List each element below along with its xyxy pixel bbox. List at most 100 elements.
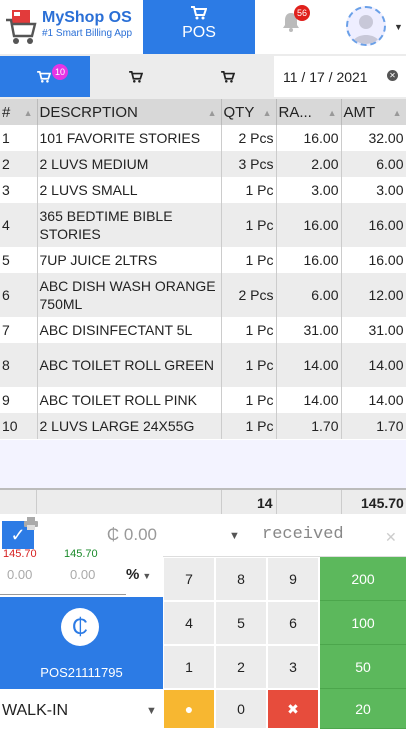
cart-icon bbox=[37, 71, 51, 83]
row-rate: 14.00 bbox=[276, 343, 342, 387]
row-rate: 16.00 bbox=[276, 125, 342, 151]
row-qty: 3 Pcs bbox=[221, 151, 277, 177]
table-row[interactable]: 6 ABC DISH WASH ORANGE 750ML 2 Pcs 6.00 12.0… bbox=[0, 273, 406, 317]
table-row[interactable]: 1 101 FAVORITE STORIES 2 Pcs 16.00 32.00 bbox=[0, 125, 406, 151]
row-rate: 1.70 bbox=[276, 413, 342, 439]
table-row[interactable]: 7 ABC DISINFECTANT 5L 1 Pc 31.00 31.00 bbox=[0, 317, 406, 343]
col-header-number[interactable]: # ▲ bbox=[0, 99, 38, 125]
date-value: 11 / 17 / 2021 bbox=[283, 69, 368, 85]
chevron-down-icon: ▼ bbox=[146, 705, 157, 717]
quick-amount-100[interactable]: 100 bbox=[320, 601, 406, 645]
row-description: ABC TOILET ROLL PINK bbox=[37, 387, 222, 413]
avatar[interactable] bbox=[346, 6, 386, 46]
tax-input[interactable]: 0.00 bbox=[70, 567, 95, 582]
row-rate: 3.00 bbox=[276, 177, 342, 203]
user-icon bbox=[352, 15, 380, 44]
tab-bill-2[interactable] bbox=[90, 56, 182, 97]
chevron-down-icon[interactable]: ▼ bbox=[394, 22, 403, 32]
cart-icon bbox=[221, 71, 235, 83]
key-5[interactable]: 5 bbox=[215, 601, 267, 645]
pos-tab[interactable]: POS bbox=[143, 0, 255, 54]
row-number: 8 bbox=[0, 343, 38, 387]
pay-button[interactable]: ₵ POS21111795 bbox=[0, 597, 163, 689]
row-amount: 1.70 bbox=[341, 413, 406, 439]
tab-bill-1[interactable]: 10 bbox=[0, 56, 90, 97]
col-header-amount[interactable]: AMT ▲ bbox=[341, 99, 406, 125]
row-number: 4 bbox=[0, 203, 38, 247]
printer-icon[interactable] bbox=[24, 517, 38, 530]
key-3[interactable]: 3 bbox=[267, 645, 319, 689]
key-7[interactable]: 7 bbox=[163, 557, 215, 601]
row-description: ABC TOILET ROLL GREEN bbox=[37, 343, 222, 387]
chevron-down-icon[interactable]: ▼ bbox=[229, 530, 240, 542]
key-2[interactable]: 2 bbox=[215, 645, 267, 689]
logo[interactable]: MyShop OS #1 Smart Billing App bbox=[0, 0, 143, 54]
key-6[interactable]: 6 bbox=[267, 601, 319, 645]
received-field[interactable]: ▼ received ✕ bbox=[163, 514, 406, 557]
table-row[interactable]: 22 LUVS MEDIUM 3 Pcs 2.00 6.00 bbox=[0, 151, 406, 177]
table-row[interactable]: 32 LUVS SMALL 1 Pc 3.00 3.00 bbox=[0, 177, 406, 203]
grid-header-row: # ▲ DESCRPTION ▲ QTY ▲ RA... ▲ AMT ▲ bbox=[0, 99, 406, 125]
table-row[interactable]: 8 ABC TOILET ROLL GREEN 1 Pc 14.00 14.00 bbox=[0, 343, 406, 387]
discount-unit-select[interactable]: % ▼ bbox=[126, 566, 151, 583]
pos-label: POS bbox=[182, 24, 216, 41]
bill-number: POS21111795 bbox=[40, 665, 123, 680]
cart-icon bbox=[129, 71, 143, 83]
table-row[interactable]: 9 ABC TOILET ROLL PINK 1 Pc 14.00 14.00 bbox=[0, 387, 406, 413]
key-4[interactable]: 4 bbox=[163, 601, 215, 645]
chevron-down-icon: ▼ bbox=[142, 571, 152, 581]
sort-icon: ▲ bbox=[327, 108, 337, 118]
cart-logo-icon bbox=[6, 10, 37, 44]
key-8[interactable]: 8 bbox=[215, 557, 267, 601]
table-row[interactable]: 10 2 LUVS LARGE 24X55G 1 Pc 1.70 1.70 bbox=[0, 413, 406, 439]
table-row[interactable]: 4 365 BEDTIME BIBLE STORIES 1 Pc 16.00 16.00 bbox=[0, 203, 406, 247]
row-qty: 1 Pc bbox=[221, 247, 277, 273]
row-amount: 32.00 bbox=[341, 125, 406, 151]
payment-panel: ✓ ₵ 0.00 145.70 145.70 0.00 0.00 % ▼ bbox=[0, 514, 163, 597]
row-amount: 16.00 bbox=[341, 203, 406, 247]
balance-due: 145.70 bbox=[3, 548, 37, 560]
total-amount: 145.70 bbox=[361, 495, 404, 511]
row-rate: 16.00 bbox=[276, 247, 342, 273]
cart-icon bbox=[191, 6, 207, 20]
customer-select[interactable]: WALK-IN ▼ bbox=[0, 689, 163, 729]
table-row[interactable]: 5 7UP JUICE 2LTRS 1 Pc 16.00 16.00 bbox=[0, 247, 406, 273]
notifications-button[interactable]: 56 bbox=[278, 4, 322, 48]
total-qty: 14 bbox=[257, 495, 273, 511]
row-qty: 1 Pc bbox=[221, 343, 277, 387]
sort-icon: ▲ bbox=[392, 108, 402, 118]
key-9[interactable]: 9 bbox=[267, 557, 319, 601]
row-rate: 6.00 bbox=[276, 273, 342, 317]
sort-icon: ▲ bbox=[23, 108, 33, 118]
sort-icon: ▲ bbox=[207, 108, 217, 118]
row-qty: 2 Pcs bbox=[221, 273, 277, 317]
row-description: ABC DISH WASH ORANGE 750ML bbox=[37, 273, 222, 317]
quick-amount-50[interactable]: 50 bbox=[320, 645, 406, 689]
quick-amount-20[interactable]: 20 bbox=[320, 689, 406, 729]
row-number: 3 bbox=[0, 177, 38, 203]
row-qty: 1 Pc bbox=[221, 177, 277, 203]
row-amount: 6.00 bbox=[341, 151, 406, 177]
row-number: 10 bbox=[0, 413, 38, 439]
col-header-description[interactable]: DESCRPTION ▲ bbox=[37, 99, 222, 125]
col-header-qty[interactable]: QTY ▲ bbox=[221, 99, 277, 125]
row-description: 2 LUVS SMALL bbox=[37, 177, 222, 203]
notification-badge: 56 bbox=[294, 5, 310, 21]
col-header-rate[interactable]: RA... ▲ bbox=[276, 99, 342, 125]
key-dot[interactable]: ● bbox=[163, 689, 215, 729]
date-picker[interactable]: 11 / 17 / 2021 ✕ bbox=[274, 56, 406, 97]
clear-date-icon[interactable]: ✕ bbox=[387, 70, 398, 81]
row-description: 2 LUVS MEDIUM bbox=[37, 151, 222, 177]
key-1[interactable]: 1 bbox=[163, 645, 215, 689]
row-description: 101 FAVORITE STORIES bbox=[37, 125, 222, 151]
row-amount: 12.00 bbox=[341, 273, 406, 317]
key-0[interactable]: 0 bbox=[215, 689, 267, 729]
grid-empty-area bbox=[0, 440, 406, 488]
customer-name: WALK-IN bbox=[2, 702, 69, 719]
row-number: 6 bbox=[0, 273, 38, 317]
quick-amount-200[interactable]: 200 bbox=[320, 557, 406, 601]
discount-input[interactable]: 0.00 bbox=[7, 567, 32, 582]
key-clear[interactable]: ✖ bbox=[267, 689, 319, 729]
tab-bill-3[interactable] bbox=[182, 56, 274, 97]
clear-icon[interactable]: ✕ bbox=[385, 529, 397, 546]
